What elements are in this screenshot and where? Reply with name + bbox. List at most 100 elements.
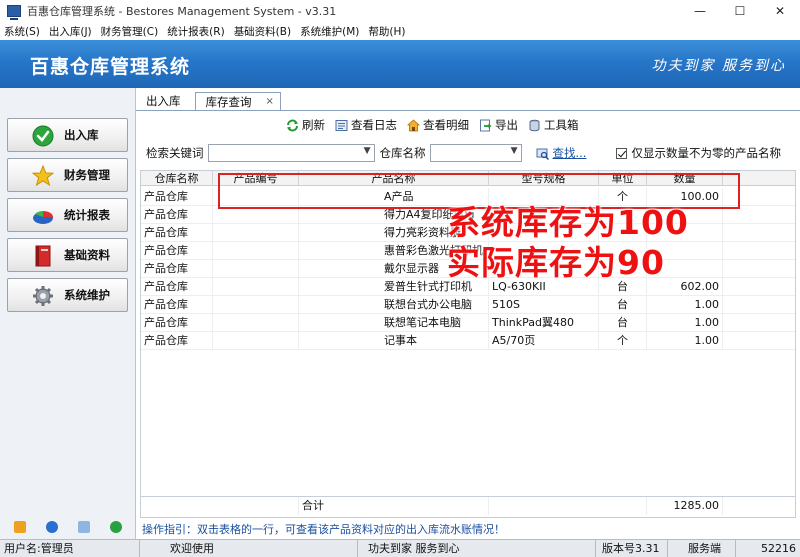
cell-empty: [489, 497, 647, 515]
tab-inout[interactable]: 出入库: [136, 92, 191, 110]
status-user: 用户名:管理员: [0, 539, 140, 557]
sidebar-item-maintenance[interactable]: 系统维护: [7, 278, 128, 312]
cell-unit: 台: [599, 314, 647, 332]
cell-name: 记事本: [299, 332, 489, 350]
operation-hint: 操作指引：双击表格的一行，可查看该产品资料对应的出入库流水账情况！: [142, 523, 505, 536]
cell-warehouse: 产品仓库: [141, 278, 213, 296]
menu-help[interactable]: 帮助(H): [368, 24, 405, 39]
cell-spec: A5/70页: [489, 332, 599, 350]
export-button[interactable]: 导出: [479, 117, 518, 133]
table-row[interactable]: 产品仓库 联想台式办公电脑 510S 台 1.00: [141, 296, 795, 314]
menu-maintenance[interactable]: 系统维护(M): [300, 24, 359, 39]
export-icon: [480, 119, 492, 131]
export-label: 导出: [495, 118, 518, 132]
sidebar-item-finance[interactable]: 财务管理: [7, 158, 128, 192]
menu-reports[interactable]: 统计报表(R): [167, 24, 225, 39]
table-row[interactable]: 产品仓库 联想笔记本电脑 ThinkPad翼480 台 1.00: [141, 314, 795, 332]
table-row[interactable]: 产品仓库 记事本 A5/70页 个 1.00: [141, 332, 795, 350]
monitor-icon[interactable]: [78, 521, 90, 533]
view-log-label: 查看日志: [351, 118, 397, 132]
tab-label: 出入库: [146, 94, 181, 108]
main-content: 出入库 库存查询 × 刷新 查看日志 查看明细 导出 工具箱 检索关键词 ▼ 仓…: [136, 88, 800, 539]
status-mode: 服务端: [668, 539, 736, 557]
star-icon: [32, 165, 54, 187]
refresh-button[interactable]: 刷新: [286, 117, 325, 133]
title-bar: 百惠仓库管理系统 - Bestores Management System - …: [0, 0, 800, 22]
view-log-button[interactable]: 查看日志: [335, 117, 397, 133]
cell-code: [213, 314, 299, 332]
database-icon: [529, 119, 540, 131]
sidebar-item-label: 出入库: [64, 128, 99, 142]
cell-warehouse: 产品仓库: [141, 224, 213, 242]
total-value: 1285.00: [647, 497, 723, 515]
find-link[interactable]: 查找...: [553, 145, 587, 161]
col-warehouse[interactable]: 仓库名称: [141, 171, 213, 186]
cell-warehouse: 产品仓库: [141, 314, 213, 332]
app-banner: 百惠仓库管理系统 功夫到家 服务到心: [0, 40, 800, 88]
warehouse-combo[interactable]: ▼: [429, 144, 522, 162]
cell-code: [213, 242, 299, 260]
tab-divider: [136, 110, 800, 111]
cell-warehouse: 产品仓库: [141, 206, 213, 224]
key-icon[interactable]: [14, 521, 26, 533]
keyword-combo[interactable]: ▼: [207, 144, 375, 162]
cell-warehouse: 产品仓库: [141, 296, 213, 314]
cell-code: [213, 260, 299, 278]
tab-close-icon[interactable]: ×: [266, 96, 274, 107]
tab-label: 库存查询: [205, 94, 252, 109]
exit-icon[interactable]: [110, 521, 122, 533]
close-button[interactable]: ✕: [760, 0, 800, 22]
minimize-icon: —: [694, 4, 706, 18]
banner-slogan: 功夫到家 服务到心: [651, 58, 786, 74]
toolbox-button[interactable]: 工具箱: [528, 117, 579, 133]
sidebar-item-label: 基础资料: [64, 248, 110, 262]
cell-code: [213, 278, 299, 296]
window-title: 百惠仓库管理系统 - Bestores Management System - …: [27, 5, 337, 18]
log-icon: [335, 119, 348, 131]
check-circle-icon: [32, 125, 54, 147]
table-total-row: 合计 1285.00: [141, 496, 795, 515]
sidebar-item-label: 财务管理: [64, 168, 110, 182]
find-icon: [536, 148, 549, 160]
cell-empty: [141, 497, 299, 515]
search-bar: 检索关键词 ▼ 仓库名称 ▼ 查找... 仅显示数量不为零的产品名称: [136, 142, 800, 164]
sidebar-item-basic-data[interactable]: 基础资料: [7, 238, 128, 272]
keyword-label: 检索关键词: [146, 146, 204, 160]
refresh-icon: [287, 119, 298, 131]
clock-icon[interactable]: [46, 521, 58, 533]
sidebar-item-inout[interactable]: 出入库: [7, 118, 128, 152]
tab-inventory-query[interactable]: 库存查询 ×: [194, 92, 281, 110]
cell-code: [213, 224, 299, 242]
status-version: 版本号3.31: [596, 539, 668, 557]
app-icon: [7, 5, 21, 20]
status-slogan: 功夫到家 服务到心: [358, 539, 596, 557]
cell-name: 联想台式办公电脑: [299, 296, 489, 314]
close-icon: ✕: [774, 4, 786, 18]
cell-code: [213, 332, 299, 350]
cell-spec: 510S: [489, 296, 599, 314]
sidebar-item-label: 统计报表: [64, 208, 110, 222]
nonzero-checkbox-label: 仅显示数量不为零的产品名称: [631, 146, 781, 160]
maximize-icon: ☐: [734, 4, 746, 18]
toolbar: 刷新 查看日志 查看明细 导出 工具箱: [286, 117, 579, 133]
cell-warehouse: 产品仓库: [141, 188, 213, 206]
sidebar-item-reports[interactable]: 统计报表: [7, 198, 128, 232]
menu-basic-data[interactable]: 基础资料(B): [234, 24, 291, 39]
cell-qty: 1.00: [647, 296, 723, 314]
gear-icon: [33, 286, 53, 306]
nonzero-checkbox[interactable]: 仅显示数量不为零的产品名称: [616, 145, 781, 161]
view-detail-button[interactable]: 查看明细: [407, 117, 469, 133]
sidebar: 出入库 财务管理 统计报表 基础资料 系统维护: [0, 88, 136, 539]
menu-inout[interactable]: 出入库(J): [49, 24, 92, 39]
chevron-down-icon: ▼: [363, 146, 371, 156]
cell-warehouse: 产品仓库: [141, 260, 213, 278]
cell-qty: 1.00: [647, 314, 723, 332]
minimize-button[interactable]: —: [680, 0, 720, 22]
status-welcome: 欢迎使用: [140, 539, 358, 557]
sidebar-item-label: 系统维护: [64, 288, 110, 302]
menu-finance[interactable]: 财务管理(C): [101, 24, 159, 39]
menu-bar: 系统(S) 出入库(J) 财务管理(C) 统计报表(R) 基础资料(B) 系统维…: [0, 22, 800, 40]
refresh-label: 刷新: [302, 118, 325, 132]
maximize-button[interactable]: ☐: [720, 0, 760, 22]
menu-system[interactable]: 系统(S): [4, 24, 40, 39]
